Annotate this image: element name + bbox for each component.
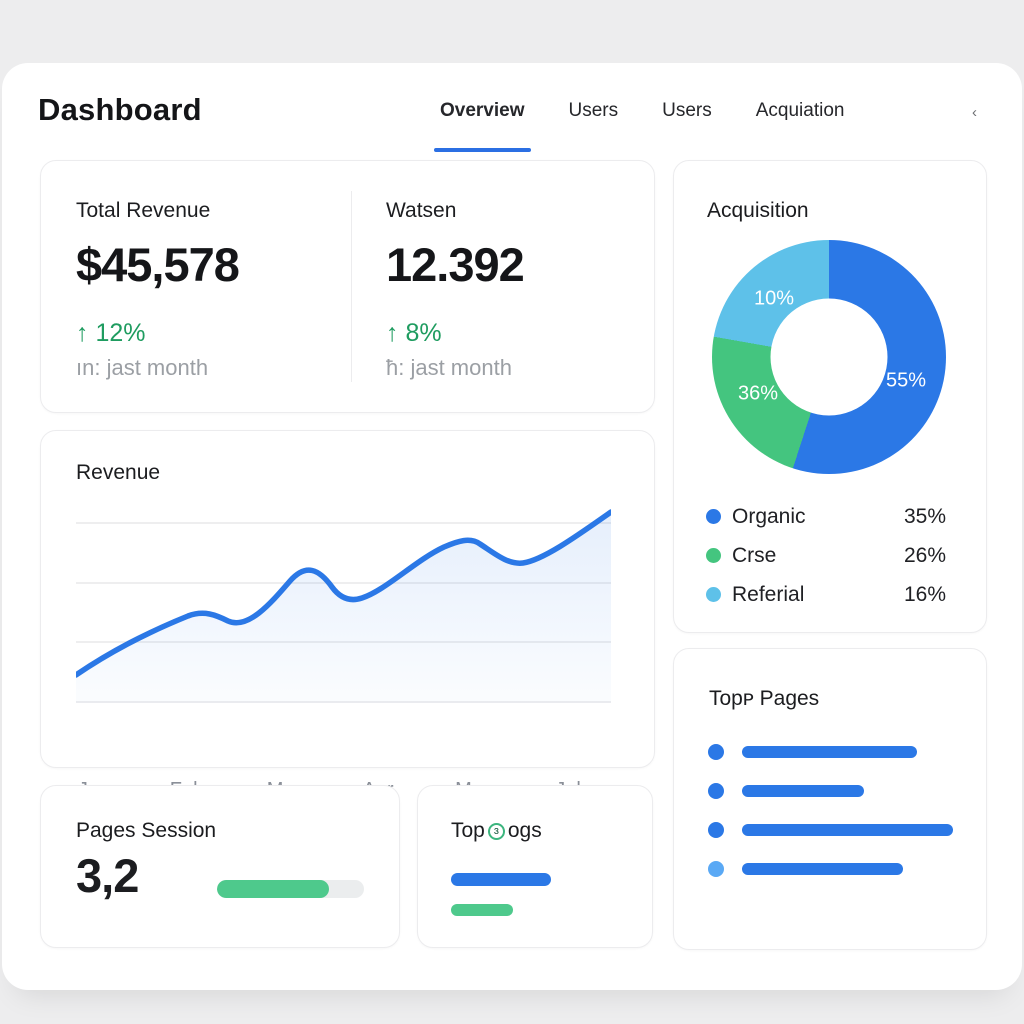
legend-label: Referial	[732, 582, 805, 606]
green-bar	[451, 904, 513, 916]
delta-percent: 12%	[95, 319, 146, 347]
revenue-line-chart[interactable]	[73, 491, 614, 721]
list-item[interactable]	[708, 782, 956, 800]
arrow-up-icon: ↑	[386, 319, 399, 347]
bullet-dot	[708, 822, 724, 838]
progress-fill	[217, 880, 329, 898]
tab-overview[interactable]: Overview	[434, 100, 530, 152]
legend-item-organic[interactable]: Organic 35%	[706, 497, 946, 536]
legend-value: 26%	[903, 543, 946, 567]
stat-note: ın: jast month	[76, 355, 209, 380]
legend-item-crse[interactable]: Crse 26%	[706, 536, 946, 575]
legend-dot	[706, 548, 721, 563]
legend-label: Crse	[732, 543, 777, 567]
area-fill	[76, 512, 611, 703]
top-nav: Overview Users Users Acquiation	[434, 100, 845, 152]
slice-label-organic: 55%	[885, 369, 927, 392]
donut-hole	[770, 298, 888, 416]
acquisition-donut[interactable]: 55% 36% 10%	[712, 240, 946, 474]
chevron-left-icon[interactable]: ‹	[972, 104, 977, 121]
pages-session-value: 3,2	[76, 849, 139, 902]
legend-dot	[706, 587, 721, 602]
slice-label-crse: 36%	[737, 382, 779, 405]
revenue-card: Revenue Jan Feb Mar Apr May Jul	[40, 430, 655, 801]
delta-percent: 8%	[405, 319, 442, 347]
line-chart-svg	[73, 509, 614, 703]
blue-bar	[451, 873, 551, 886]
card-title: Revenue	[76, 461, 161, 484]
stat-note: ħ: jast month	[386, 355, 512, 380]
legend-value: 35%	[903, 504, 946, 528]
stat-value: 12.392	[386, 238, 525, 291]
tab-users-1[interactable]: Users	[569, 100, 619, 128]
page-title: Dashboard	[38, 92, 202, 127]
progress-bar[interactable]	[217, 880, 364, 898]
card-title: Topᴘ Pages	[709, 687, 820, 710]
stat-label: Total Revenue	[76, 199, 211, 222]
top-pages-card: Topᴘ Pages	[673, 648, 987, 950]
title-suffix: ogs	[507, 819, 542, 842]
pages-session-card: Pages Session 3,2	[40, 785, 400, 948]
title-prefix: Top	[451, 819, 485, 842]
top-blogs-card: Top ɜ ogs	[417, 785, 653, 948]
legend-label: Organic	[732, 504, 806, 528]
circle-glyph-icon: ɜ	[487, 822, 505, 840]
list-item[interactable]	[708, 743, 956, 761]
list-item[interactable]	[708, 860, 956, 878]
card-title: Acquisition	[707, 199, 809, 222]
page-bar	[742, 785, 864, 797]
stat-label: Watsen	[386, 199, 457, 222]
tab-users-2[interactable]: Users	[662, 100, 712, 128]
stat-value: $45,578	[76, 238, 240, 291]
tab-acquiation[interactable]: Acquiation	[756, 100, 845, 128]
legend-item-referial[interactable]: Referial 16%	[706, 575, 946, 614]
divider	[351, 191, 352, 382]
list-item[interactable]	[708, 821, 956, 839]
stat-delta: ↑ 8%	[386, 319, 442, 348]
stat-total-revenue: Total Revenue $45,578 ↑ 12% ın: jast mon…	[76, 161, 346, 412]
stat-watsen: Watsen 12.392 ↑ 8% ħ: jast month	[386, 161, 636, 412]
page-bar	[742, 863, 903, 875]
card-title: Top ɜ ogs	[451, 819, 542, 843]
legend-dot	[706, 509, 721, 524]
stats-card: Total Revenue $45,578 ↑ 12% ın: jast mon…	[40, 160, 655, 413]
legend-value: 16%	[903, 582, 946, 606]
card-title: Pages Session	[76, 819, 217, 842]
bullet-dot	[708, 861, 724, 877]
slice-label-referial: 10%	[753, 287, 795, 310]
acquisition-legend: Organic 35% Crse 26% Referial 16%	[706, 497, 946, 614]
arrow-up-icon: ↑	[76, 319, 89, 347]
bullet-dot	[708, 783, 724, 799]
page-bar	[742, 746, 917, 758]
stat-delta: ↑ 12%	[76, 319, 146, 348]
acquisition-card: Acquisition 55% 36% 10% Organic 35% Crse…	[673, 160, 987, 633]
bullet-dot	[708, 744, 724, 760]
page-bar	[742, 824, 953, 836]
